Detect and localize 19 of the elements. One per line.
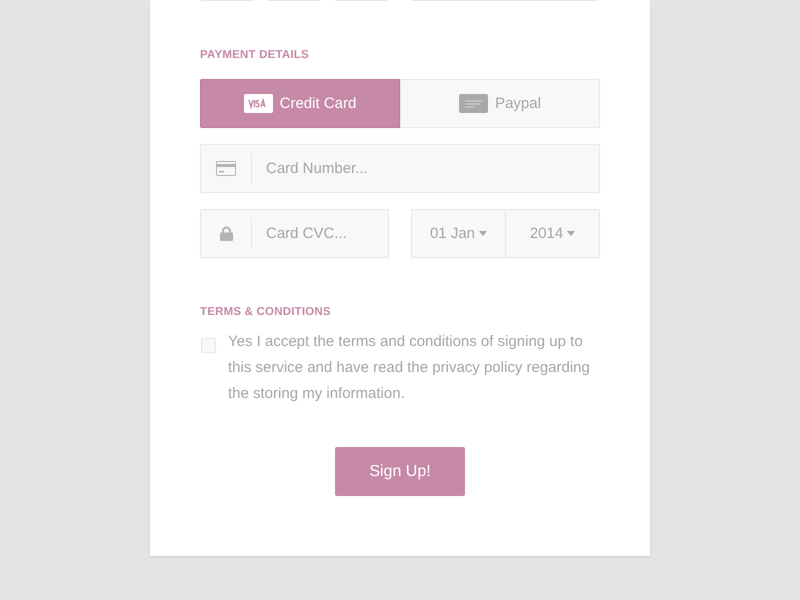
card-cvc-input[interactable]: Card CVC... [252, 225, 388, 242]
lock-icon [220, 226, 232, 241]
expiry-dropdown[interactable]: 2014 [505, 209, 600, 258]
section-heading: TERMS & CONDITIONS [200, 306, 332, 318]
payment-tab[interactable]: Credit Card [200, 79, 400, 128]
sign-up-button[interactable]: Sign Up! [335, 447, 465, 496]
card-number-input[interactable]: Card Number... [252, 160, 599, 177]
paypal-icon [459, 94, 488, 113]
visa-icon [244, 94, 273, 113]
terms-text: Yes I accept the terms and conditions of signing up to this service and have read the privacy policy regarding the storing my information. [228, 332, 591, 404]
caret-icon [567, 231, 576, 236]
terms-checkbox[interactable] [201, 338, 216, 353]
payment-tab[interactable]: Paypal [400, 79, 600, 128]
card-cvc-field[interactable]: Card CVC... [200, 209, 389, 258]
card-number-field[interactable]: Card Number... [200, 144, 600, 193]
section-heading: PAYMENT DETAILS [200, 49, 310, 61]
expiry-dropdown[interactable]: 01 Jan [411, 209, 506, 258]
credit-card-icon [216, 161, 236, 176]
caret-icon [479, 231, 488, 236]
